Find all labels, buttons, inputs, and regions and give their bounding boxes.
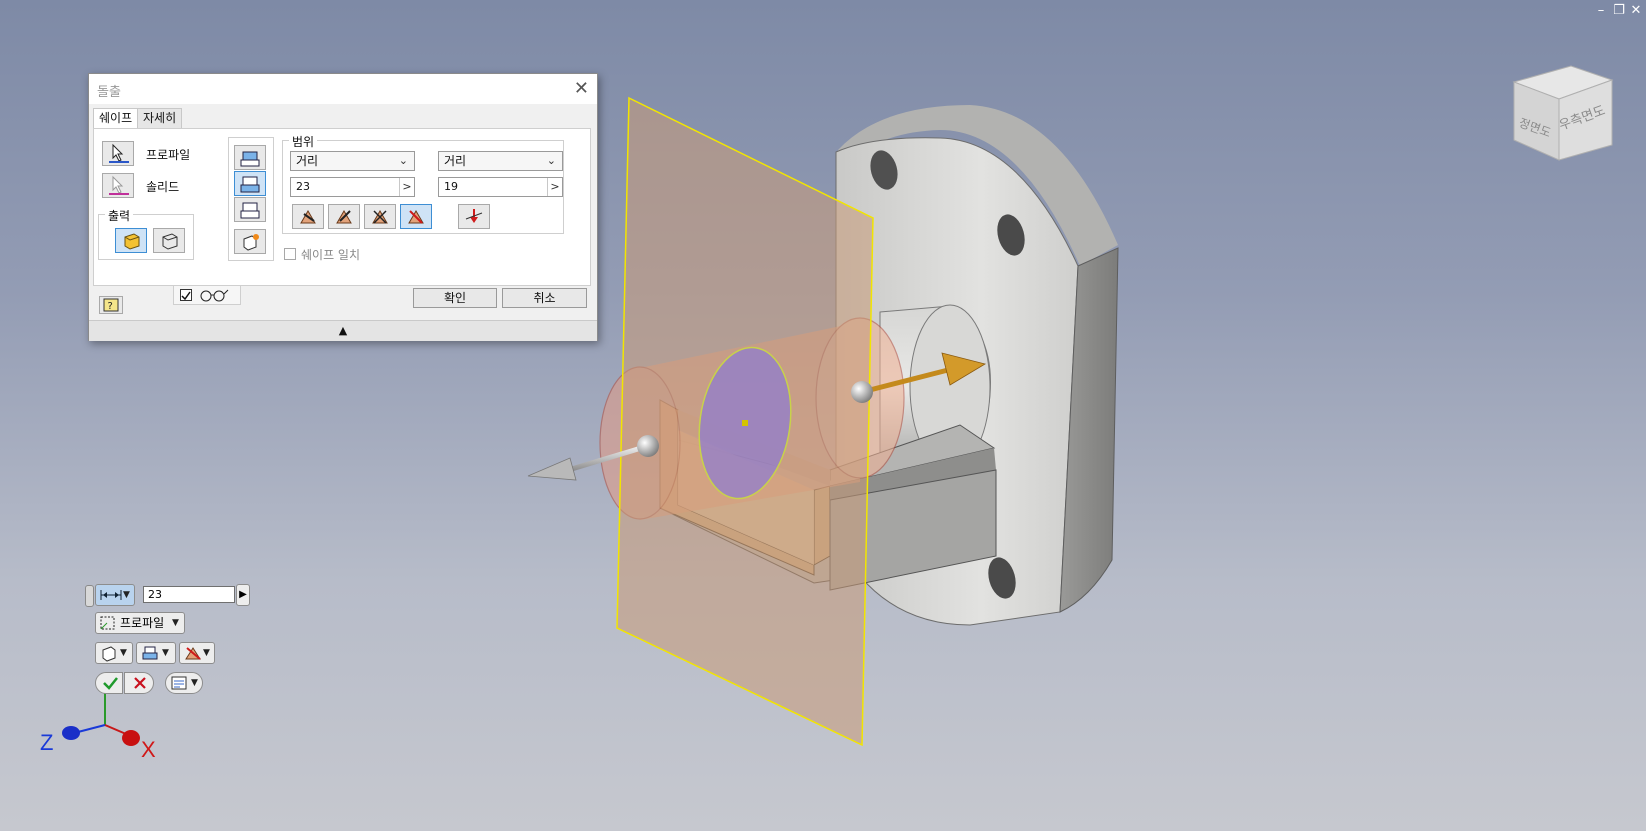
output-cube-icon bbox=[102, 646, 116, 662]
output-surface-button[interactable] bbox=[153, 228, 185, 253]
cursor-select-icon bbox=[109, 143, 129, 163]
profile-center-point bbox=[742, 420, 748, 426]
extent-type-1-value: 거리 bbox=[296, 154, 319, 168]
output-label: 출력 bbox=[105, 207, 134, 224]
extent-label: 범위 bbox=[289, 133, 318, 150]
profile-label: 프로파일 bbox=[146, 148, 191, 162]
mini-toolbar-grip[interactable] bbox=[85, 585, 94, 607]
direction-flipped-button[interactable] bbox=[328, 204, 360, 229]
distance-b-value: 19 bbox=[444, 180, 458, 193]
check-icon bbox=[181, 291, 191, 301]
mini-operation-button[interactable]: ▼ bbox=[136, 642, 176, 664]
chevron-down-icon: ▼ bbox=[172, 618, 179, 628]
chevron-down-icon: ▼ bbox=[191, 678, 198, 688]
mini-profile-label: 프로파일 bbox=[120, 616, 165, 630]
direction-asymmetric-icon bbox=[185, 647, 201, 660]
solid-cube-icon bbox=[124, 233, 140, 250]
cut-icon bbox=[240, 176, 260, 193]
extrude-dialog: 돌출 ✕ 쉐이프 자세히 프로파일 솔리드 출력 범위 거리 ⌄ 거리 ⌄ 23… bbox=[88, 73, 598, 341]
output-solid-button[interactable] bbox=[115, 228, 147, 253]
minimize-button[interactable]: – bbox=[1593, 4, 1609, 18]
direction-symmetric-icon bbox=[372, 210, 388, 224]
direction-default-icon bbox=[300, 210, 316, 224]
solid-label: 솔리드 bbox=[146, 180, 180, 194]
flip-direction-button[interactable] bbox=[458, 204, 490, 229]
direction-flipped-icon bbox=[336, 210, 352, 224]
new-solid-button[interactable] bbox=[234, 229, 266, 254]
direction-default-button[interactable] bbox=[292, 204, 324, 229]
chevron-down-icon: ▼ bbox=[203, 648, 210, 658]
mini-distance-input[interactable]: 23 bbox=[143, 586, 235, 603]
new-solid-icon bbox=[243, 234, 259, 251]
chevron-right-icon[interactable]: > bbox=[399, 178, 414, 196]
mini-cancel-button[interactable] bbox=[124, 672, 154, 694]
distance-a-value: 23 bbox=[296, 180, 310, 193]
close-icon bbox=[134, 677, 146, 689]
chevron-down-icon: ⌄ bbox=[398, 154, 408, 167]
tab-more[interactable]: 자세히 bbox=[137, 108, 183, 128]
join-icon bbox=[240, 151, 260, 167]
axis-z-label: Z bbox=[40, 730, 53, 755]
svg-text:?: ? bbox=[108, 301, 113, 312]
axis-x-label: X bbox=[141, 737, 156, 762]
cut-button[interactable] bbox=[234, 171, 266, 196]
match-shape-checkbox[interactable] bbox=[284, 248, 296, 260]
direction-asymmetric-button[interactable] bbox=[400, 204, 432, 229]
extent-type-2-value: 거리 bbox=[444, 154, 467, 168]
mini-settings-button[interactable]: ▼ bbox=[165, 672, 203, 694]
mini-ok-button[interactable] bbox=[95, 672, 123, 694]
mini-direction-button[interactable]: ▼ bbox=[179, 642, 215, 664]
distance-b-input[interactable]: 19 > bbox=[438, 177, 563, 197]
help-icon: ? bbox=[103, 298, 119, 312]
output-group: 출력 bbox=[98, 207, 194, 260]
chevron-right-icon[interactable]: > bbox=[547, 178, 562, 196]
dialog-title: 돌출 bbox=[97, 85, 121, 100]
ok-button[interactable]: 확인 bbox=[413, 288, 497, 308]
profile-select-button[interactable] bbox=[102, 141, 134, 166]
flip-arrow-icon bbox=[465, 209, 483, 223]
check-icon bbox=[103, 677, 118, 690]
solid-select-button[interactable] bbox=[102, 173, 134, 198]
list-settings-icon bbox=[171, 676, 187, 690]
glasses-icon bbox=[200, 289, 229, 302]
tab-shape[interactable]: 쉐이프 bbox=[93, 108, 139, 129]
cut-icon bbox=[142, 646, 158, 660]
surface-cube-icon bbox=[162, 233, 178, 250]
dialog-close-icon[interactable]: ✕ bbox=[574, 78, 589, 99]
chevron-down-icon: ▼ bbox=[162, 648, 169, 658]
graphics-viewport[interactable]: 정면도 우측면도 Z X – ❐ ✕ 돌출 ✕ 쉐이프 자세히 프로파일 솔리드… bbox=[0, 0, 1646, 831]
distance-a-input[interactable]: 23 > bbox=[290, 177, 415, 197]
axis-triad: Z X bbox=[40, 690, 156, 762]
help-button[interactable]: ? bbox=[99, 296, 123, 314]
view-cube[interactable]: 정면도 우측면도 bbox=[1512, 65, 1614, 161]
mini-profile-button[interactable]: 프로파일 ▼ bbox=[95, 612, 185, 634]
close-window-button[interactable]: ✕ bbox=[1628, 4, 1644, 18]
extent-type-select-2[interactable]: 거리 ⌄ bbox=[438, 151, 563, 171]
restore-button[interactable]: ❐ bbox=[1611, 4, 1627, 18]
mini-distance-arrow[interactable]: ▶ bbox=[236, 584, 250, 606]
mini-output-button[interactable]: ▼ bbox=[95, 642, 133, 664]
cancel-button[interactable]: 취소 bbox=[502, 288, 587, 308]
cursor-solid-icon bbox=[109, 175, 129, 195]
chevron-down-icon: ▼ bbox=[123, 590, 130, 600]
shape-panel: 프로파일 솔리드 출력 범위 거리 ⌄ 거리 ⌄ 23 > 19 > 쉐이프 일… bbox=[93, 128, 591, 286]
extent-type-select-1[interactable]: 거리 ⌄ bbox=[290, 151, 415, 171]
intersect-icon bbox=[240, 202, 260, 219]
dialog-title-bar[interactable]: 돌출 ✕ bbox=[89, 74, 597, 104]
profile-select-icon bbox=[100, 616, 115, 630]
direction-asymmetric-icon bbox=[408, 210, 424, 224]
distance-measure-icon bbox=[100, 590, 122, 600]
preview-checkbox[interactable] bbox=[180, 289, 192, 301]
intersect-button[interactable] bbox=[234, 197, 266, 222]
direction-symmetric-button[interactable] bbox=[364, 204, 396, 229]
match-shape-label: 쉐이프 일치 bbox=[301, 248, 361, 262]
chevron-down-icon: ▼ bbox=[120, 648, 127, 658]
chevron-down-icon: ⌄ bbox=[546, 154, 556, 167]
dialog-expand-button[interactable]: ▲ bbox=[89, 320, 597, 341]
measure-mode-button[interactable]: ▼ bbox=[95, 584, 135, 606]
mini-distance-value: 23 bbox=[148, 588, 162, 601]
join-button[interactable] bbox=[234, 145, 266, 170]
preview-toggle[interactable] bbox=[173, 285, 241, 305]
